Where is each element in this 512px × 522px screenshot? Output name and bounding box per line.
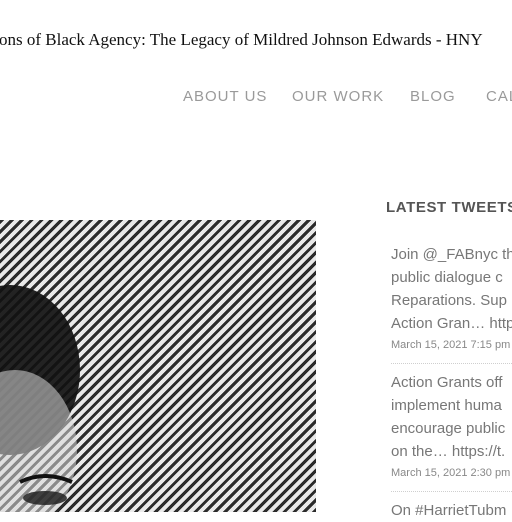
tweet-text-line: Action Grants off (391, 374, 503, 391)
tweet-text-line: encourage public (391, 420, 506, 437)
tweet-date: March 15, 2021 2:30 pm (391, 467, 511, 479)
nav-about-us[interactable]: ABOUT US (183, 88, 267, 105)
tweet-link-line[interactable]: Action Gran… http (391, 312, 512, 335)
page-title: ations of Black Agency: The Legacy of Mi… (0, 30, 483, 49)
tweet-text-line: On #HarrietTubm (391, 502, 507, 519)
tweet-divider (391, 363, 512, 364)
tweet-date: March 15, 2021 7:15 pm (391, 339, 511, 351)
latest-tweets-heading: LATEST TWEETS (386, 199, 512, 216)
tweet-text-line: public dialogue c (391, 269, 503, 286)
tweet-item[interactable]: Join @_FABnyc th public dialogue c Repar… (391, 243, 512, 351)
nav-blog[interactable]: BLOG (410, 88, 456, 105)
portrait-photo (0, 220, 316, 512)
tweet-item[interactable]: On #HarrietTubm (391, 499, 512, 522)
tweet-text-line: Join @_FABnyc th (391, 246, 512, 263)
tweet-text-line: implement huma (391, 397, 502, 414)
tweet-link-line[interactable]: on the… https://t. (391, 440, 512, 463)
tweet-item[interactable]: Action Grants off implement huma encoura… (391, 371, 512, 479)
main-nav: ABOUT US OUR WORK BLOG CAL (0, 88, 512, 110)
nav-calendar[interactable]: CAL (486, 88, 512, 105)
nav-our-work[interactable]: OUR WORK (292, 88, 384, 105)
tweet-divider (391, 491, 512, 492)
page-title-bar: ations of Black Agency: The Legacy of Mi… (0, 30, 512, 50)
tweet-text-line: Reparations. Sup (391, 292, 507, 309)
